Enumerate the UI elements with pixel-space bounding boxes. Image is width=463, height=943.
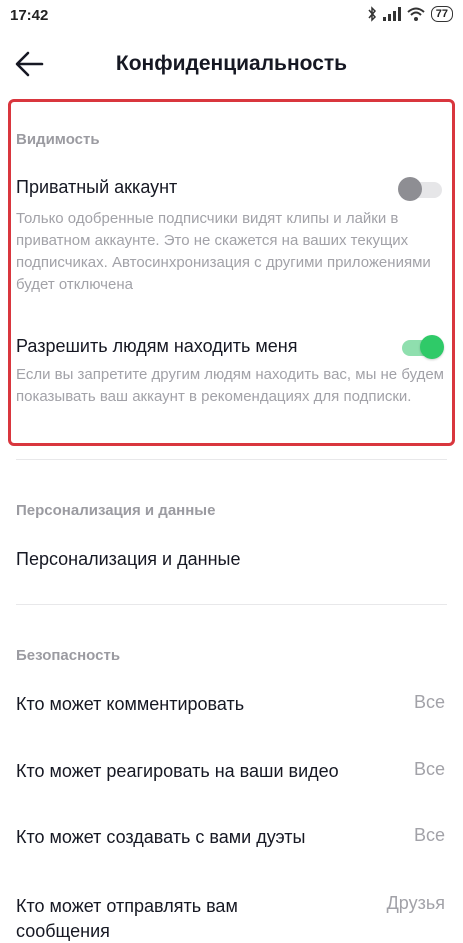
status-icons: 77 [367, 6, 453, 22]
divider [16, 459, 447, 460]
security-item-label: Кто может комментировать [16, 694, 245, 714]
battery-icon: 77 [430, 6, 453, 22]
header: Конфиденциальность [0, 32, 463, 96]
security-item-value: Друзья [386, 893, 445, 913]
personalization-section-title: Персонализация и данные [16, 502, 216, 519]
status-time: 17:42 [10, 7, 49, 24]
security-item-value: Все [413, 759, 445, 779]
divider [16, 604, 447, 605]
security-item-label: Кто может создавать с вами дуэты [16, 827, 306, 847]
toggle-knob [398, 177, 422, 201]
page-title: Конфиденциальность [115, 52, 348, 75]
bluetooth-icon [368, 6, 376, 22]
signal-icon [382, 7, 401, 21]
allow-find-description: Если вы запретите другим людям находить … [16, 366, 444, 405]
private-account-toggle[interactable] [398, 176, 444, 202]
security-section-title: Безопасность [16, 647, 121, 664]
private-account-description: Только одобренные подписчики видят клипы… [16, 210, 431, 293]
visibility-section-title: Видимость [16, 131, 100, 148]
allow-find-toggle[interactable] [398, 334, 444, 360]
status-bar: 17:42 77 [0, 0, 463, 32]
allow-find-label: Разрешить людям находить меня [16, 336, 298, 356]
personalization-item-label: Персонализация и данные [16, 549, 241, 569]
security-item-value: Все [413, 692, 445, 712]
wifi-icon [407, 7, 425, 21]
private-account-label: Приватный аккаунт [16, 177, 178, 197]
security-item-label: Кто может отправлять вам сообщения [16, 896, 238, 941]
toggle-knob [420, 335, 444, 359]
security-item-value: Все [413, 825, 445, 845]
security-item-label: Кто может реагировать на ваши видео [16, 761, 339, 781]
